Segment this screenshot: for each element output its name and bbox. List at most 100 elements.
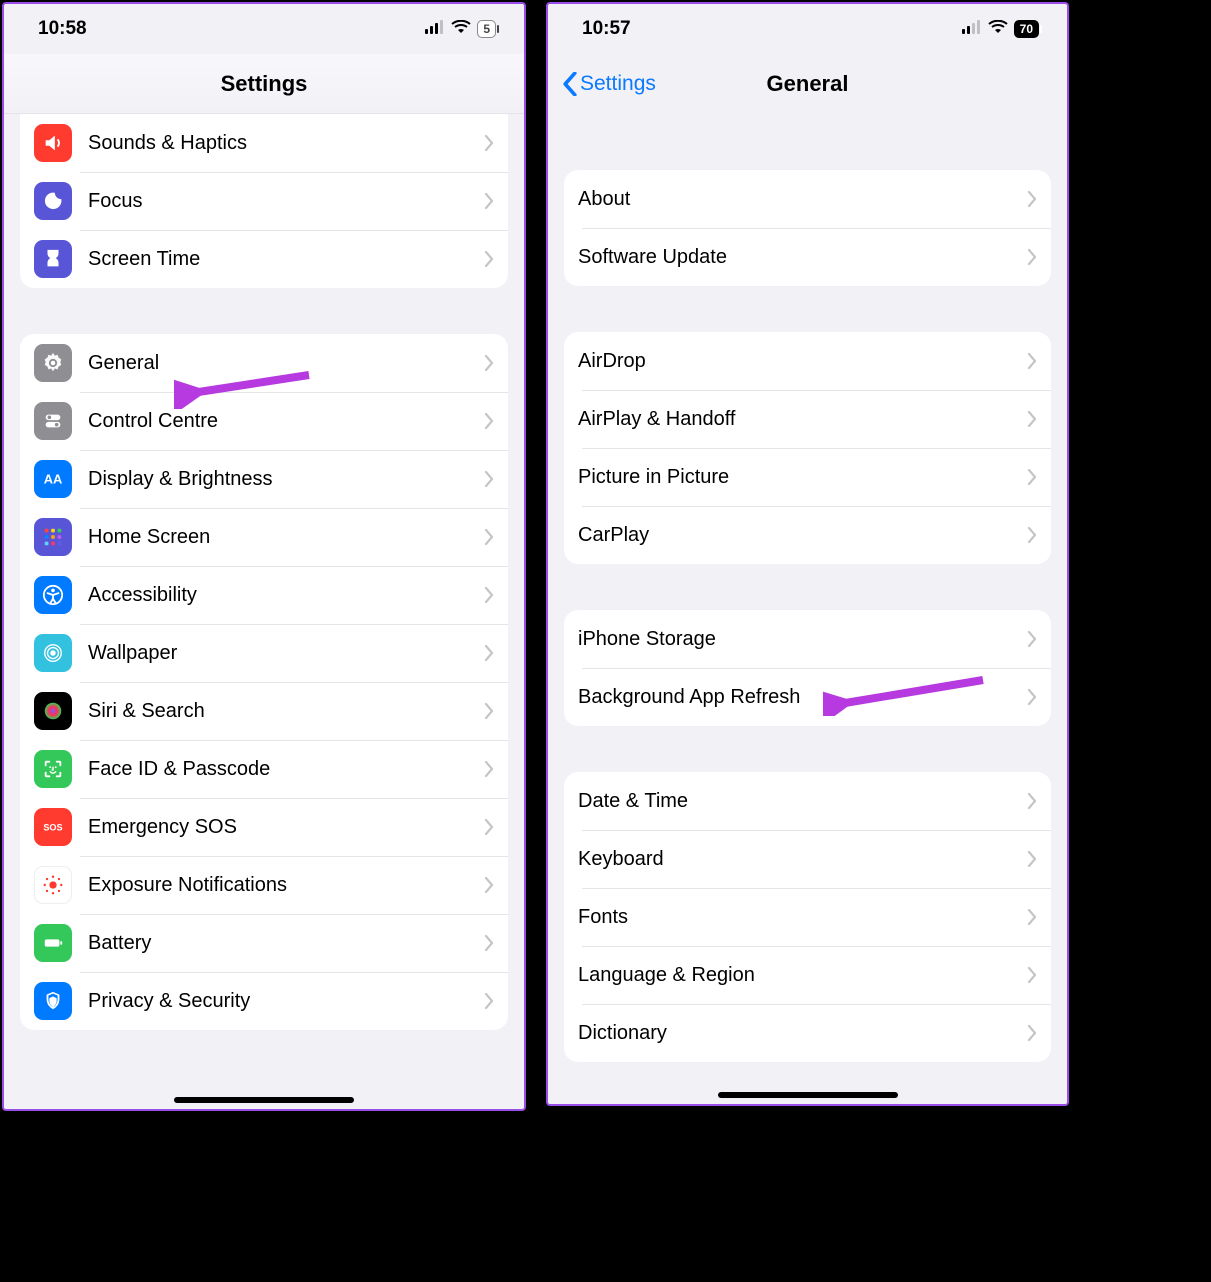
row-label: AirDrop	[578, 350, 1019, 373]
sounds-icon	[34, 124, 72, 162]
row-label: Software Update	[578, 246, 1019, 269]
chevron-right-icon	[1027, 909, 1037, 925]
chevron-right-icon	[484, 703, 494, 719]
settings-row-iphone-storage[interactable]: iPhone Storage	[564, 610, 1051, 668]
row-label: Exposure Notifications	[88, 874, 476, 897]
general-list[interactable]: About Software Update AirDrop AirPlay & Ha…	[548, 114, 1067, 1104]
chevron-right-icon	[1027, 191, 1037, 207]
settings-row-sounds-haptics[interactable]: Sounds & Haptics	[20, 114, 508, 172]
row-label: Battery	[88, 932, 476, 955]
chevron-right-icon	[484, 471, 494, 487]
chevron-right-icon	[484, 935, 494, 951]
settings-row-battery[interactable]: Battery	[20, 914, 508, 972]
settings-screen: 10:58 5 Settings Sounds & Haptics Focus Sc…	[2, 2, 526, 1111]
row-label: Wallpaper	[88, 642, 476, 665]
settings-group-focus: Sounds & Haptics Focus Screen Time	[20, 114, 508, 288]
row-label: Siri & Search	[88, 700, 476, 723]
row-label: Privacy & Security	[88, 990, 476, 1013]
wallpaper-icon	[34, 634, 72, 672]
settings-row-language-region[interactable]: Language & Region	[564, 946, 1051, 1004]
settings-row-software-update[interactable]: Software Update	[564, 228, 1051, 286]
row-label: Keyboard	[578, 848, 1019, 871]
settings-row-background-app-refresh[interactable]: Background App Refresh	[564, 668, 1051, 726]
svg-text:AA: AA	[44, 472, 63, 487]
chevron-right-icon	[1027, 851, 1037, 867]
settings-row-focus[interactable]: Focus	[20, 172, 508, 230]
settings-row-fonts[interactable]: Fonts	[564, 888, 1051, 946]
settings-row-airdrop[interactable]: AirDrop	[564, 332, 1051, 390]
settings-row-exposure-notifications[interactable]: Exposure Notifications	[20, 856, 508, 914]
row-label: Fonts	[578, 906, 1019, 929]
row-label: Screen Time	[88, 248, 476, 271]
back-button[interactable]: Settings	[562, 54, 656, 114]
general-screen: 10:57 70 Settings General AboutSoftware …	[546, 2, 1069, 1106]
cellular-icon	[962, 18, 982, 40]
row-label: iPhone Storage	[578, 628, 1019, 651]
faceid-icon	[34, 750, 72, 788]
general-group-about: About Software Update	[564, 170, 1051, 286]
back-label: Settings	[580, 72, 656, 96]
status-time: 10:58	[38, 18, 87, 40]
chevron-right-icon	[1027, 1025, 1037, 1041]
battery-icon	[34, 924, 72, 962]
chevron-right-icon	[484, 355, 494, 371]
home-indicator	[174, 1097, 354, 1103]
settings-row-date-time[interactable]: Date & Time	[564, 772, 1051, 830]
settings-row-display-brightness[interactable]: AA Display & Brightness	[20, 450, 508, 508]
screentime-icon	[34, 240, 72, 278]
general-group-connectivity: AirDrop AirPlay & Handoff Picture in Pictu…	[564, 332, 1051, 564]
settings-row-control-centre[interactable]: Control Centre	[20, 392, 508, 450]
settings-row-keyboard[interactable]: Keyboard	[564, 830, 1051, 888]
settings-row-home-screen[interactable]: Home Screen	[20, 508, 508, 566]
sos-icon: SOS	[34, 808, 72, 846]
settings-row-carplay[interactable]: CarPlay	[564, 506, 1051, 564]
chevron-right-icon	[1027, 469, 1037, 485]
chevron-right-icon	[484, 529, 494, 545]
chevron-right-icon	[484, 587, 494, 603]
settings-row-privacy-security[interactable]: Privacy & Security	[20, 972, 508, 1030]
page-title: Settings	[221, 71, 308, 97]
chevron-right-icon	[1027, 411, 1037, 427]
siri-icon	[34, 692, 72, 730]
settings-row-wallpaper[interactable]: Wallpaper	[20, 624, 508, 682]
settings-row-general[interactable]: General	[20, 334, 508, 392]
row-label: Display & Brightness	[88, 468, 476, 491]
status-bar: 10:58 5	[4, 4, 524, 54]
row-label: Sounds & Haptics	[88, 132, 476, 155]
settings-row-siri-search[interactable]: Siri & Search	[20, 682, 508, 740]
status-time: 10:57	[582, 18, 631, 40]
settings-row-screen-time[interactable]: Screen Time	[20, 230, 508, 288]
chevron-right-icon	[484, 413, 494, 429]
status-bar: 10:57 70	[548, 4, 1067, 54]
chevron-right-icon	[484, 135, 494, 151]
row-label: General	[88, 352, 476, 375]
settings-row-accessibility[interactable]: Accessibility	[20, 566, 508, 624]
chevron-right-icon	[1027, 631, 1037, 647]
chevron-right-icon	[484, 251, 494, 267]
chevron-right-icon	[1027, 527, 1037, 543]
settings-row-picture-in-picture[interactable]: Picture in Picture	[564, 448, 1051, 506]
status-indicators: 5	[425, 18, 496, 40]
cellular-icon	[425, 18, 445, 40]
row-label: Home Screen	[88, 526, 476, 549]
row-label: Picture in Picture	[578, 466, 1019, 489]
accessibility-icon	[34, 576, 72, 614]
chevron-right-icon	[1027, 793, 1037, 809]
row-label: Control Centre	[88, 410, 476, 433]
gear-icon	[34, 344, 72, 382]
chevron-right-icon	[484, 993, 494, 1009]
homescreen-icon	[34, 518, 72, 556]
settings-row-face-id-passcode[interactable]: Face ID & Passcode	[20, 740, 508, 798]
row-label: Language & Region	[578, 964, 1019, 987]
settings-row-dictionary[interactable]: Dictionary	[564, 1004, 1051, 1062]
chevron-right-icon	[1027, 689, 1037, 705]
chevron-right-icon	[484, 193, 494, 209]
settings-row-airplay-handoff[interactable]: AirPlay & Handoff	[564, 390, 1051, 448]
wifi-icon	[451, 18, 471, 40]
wifi-icon	[988, 18, 1008, 40]
settings-list[interactable]: Sounds & Haptics Focus Screen Time General…	[4, 114, 524, 1109]
settings-row-about[interactable]: About	[564, 170, 1051, 228]
controlcentre-icon	[34, 402, 72, 440]
settings-row-emergency-sos[interactable]: SOSEmergency SOS	[20, 798, 508, 856]
battery-indicator: 5	[477, 20, 496, 38]
